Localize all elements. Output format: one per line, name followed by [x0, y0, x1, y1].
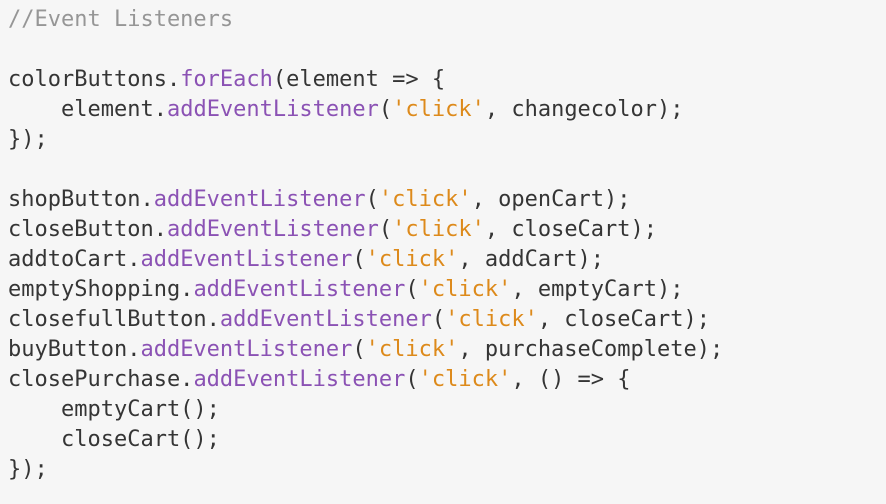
code-text: (: [405, 367, 419, 392]
code-text: (: [378, 97, 393, 122]
code-text: (: [352, 337, 366, 362]
code-text: buyButton.: [8, 337, 141, 362]
code-method-name: addEventListener: [166, 217, 379, 242]
code-text: , changecolor);: [484, 97, 684, 122]
code-text: (element => {: [272, 67, 446, 92]
code-method-name: forEach: [180, 67, 273, 92]
code-string: 'click': [445, 307, 538, 332]
code-text: element.: [8, 97, 167, 122]
code-string: 'click': [378, 187, 472, 212]
code-text: (: [352, 247, 366, 272]
code-line: emptyShopping.addEventListener('click', …: [8, 275, 886, 305]
code-method-name: addEventListener: [140, 247, 353, 272]
code-text: , closeCart);: [484, 217, 658, 242]
code-text: , () => {: [511, 367, 631, 392]
code-line: shopButton.addEventListener('click', ope…: [8, 185, 886, 215]
code-text: closeButton.: [8, 217, 167, 242]
code-line: closefullButton.addEventListener('click'…: [8, 305, 886, 335]
code-editor[interactable]: //Event Listeners colorButtons.forEach(el…: [0, 0, 886, 504]
code-string: 'click': [418, 277, 512, 302]
code-text: , openCart);: [471, 187, 631, 212]
code-method-name: addEventListener: [193, 277, 406, 302]
code-line: buyButton.addEventListener('click', purc…: [8, 335, 886, 365]
code-text: });: [8, 127, 48, 152]
code-text: emptyCart();: [8, 397, 220, 422]
code-text: closeCart();: [8, 427, 220, 452]
code-line: closePurchase.addEventListener('click', …: [8, 365, 886, 395]
code-method-name: addEventListener: [153, 187, 366, 212]
code-string: 'click': [392, 217, 485, 242]
code-line: closeButton.addEventListener('click', cl…: [8, 215, 886, 245]
code-string: 'click': [418, 367, 512, 392]
code-line: emptyCart();: [8, 395, 886, 425]
code-text: colorButtons.: [8, 67, 181, 92]
code-line: colorButtons.forEach(element => {: [8, 65, 886, 95]
code-string: 'click': [365, 337, 459, 362]
code-line: });: [8, 455, 886, 485]
code-text: , purchaseComplete);: [458, 337, 724, 362]
code-string: 'click': [392, 97, 485, 122]
code-line: addtoCart.addEventListener('click', addC…: [8, 245, 886, 275]
code-method-name: addEventListener: [219, 307, 432, 332]
code-text: (: [405, 277, 419, 302]
code-method-name: addEventListener: [193, 367, 406, 392]
code-line: closeCart();: [8, 425, 886, 455]
code-text: emptyShopping.: [8, 277, 194, 302]
code-text: });: [8, 457, 48, 482]
code-comment: //Event Listeners: [8, 7, 234, 32]
code-text: shopButton.: [8, 187, 154, 212]
code-line: });: [8, 125, 886, 155]
code-text: (: [431, 307, 446, 332]
code-method-name: addEventListener: [166, 97, 379, 122]
code-text: closePurchase.: [8, 367, 194, 392]
code-text: , addCart);: [458, 247, 605, 272]
code-text: closefullButton.: [8, 307, 220, 332]
code-line: //Event Listeners: [8, 5, 886, 35]
code-method-name: addEventListener: [140, 337, 353, 362]
code-text: (: [378, 217, 393, 242]
code-text: addtoCart.: [8, 247, 141, 272]
code-string: 'click': [365, 247, 459, 272]
code-text: , emptyCart);: [511, 277, 684, 302]
code-text: , closeCart);: [537, 307, 710, 332]
code-line: element.addEventListener('click', change…: [8, 95, 886, 125]
code-text: (: [365, 187, 379, 212]
